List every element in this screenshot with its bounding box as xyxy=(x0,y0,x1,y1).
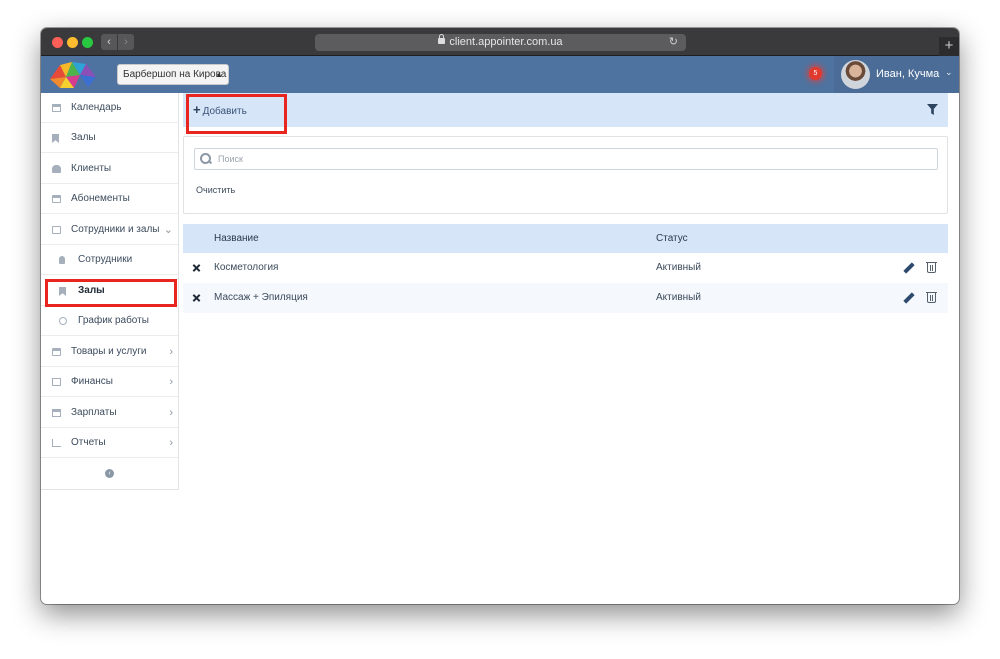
user-menu[interactable]: Иван, Кучма ⌄ xyxy=(834,56,959,93)
credit-card-icon xyxy=(52,348,61,356)
sidebar-item-subscriptions[interactable]: Абонементы xyxy=(41,184,178,214)
chevron-right-icon: › xyxy=(169,376,173,388)
sidebar-item-staff-and-halls[interactable]: Сотрудники и залы ⌄ xyxy=(41,215,178,245)
row-status: Активный xyxy=(656,292,701,303)
row-name: Косметология xyxy=(214,262,279,273)
browser-window: ‹ › client.appointer.com.ua ↻ + Барбершо… xyxy=(41,28,959,604)
calculator-icon xyxy=(52,409,61,417)
chevron-down-icon: ⌄ xyxy=(163,224,173,236)
pencil-icon[interactable] xyxy=(903,263,914,274)
close-window-button[interactable] xyxy=(52,37,63,48)
chevron-down-icon: ⌄ xyxy=(945,67,953,77)
branch-select-value: Барбершоп на Кирова xyxy=(123,69,227,80)
chevron-right-icon: › xyxy=(169,346,173,358)
calendar-icon xyxy=(52,104,61,112)
minimize-window-button[interactable] xyxy=(67,37,78,48)
branch-select[interactable]: Барбершоп на Кирова ▲ xyxy=(117,64,229,85)
sidebar-item-finance[interactable]: Финансы › xyxy=(41,367,178,397)
drag-handle-icon[interactable] xyxy=(192,294,201,303)
reload-icon[interactable]: ↻ xyxy=(669,34,678,51)
sidebar-item-label: График работы xyxy=(78,315,149,326)
forward-button[interactable]: › xyxy=(118,34,134,50)
zoom-window-button[interactable] xyxy=(82,37,93,48)
sidebar-item-label: Отчеты xyxy=(71,437,106,448)
highlight-add-button xyxy=(186,94,287,134)
sidebar-item-goods-services[interactable]: Товары и услуги › xyxy=(41,337,178,367)
sidebar-item-clients[interactable]: Клиенты xyxy=(41,154,178,184)
search-panel: Поиск Очистить xyxy=(183,136,948,214)
chevron-right-icon: › xyxy=(169,437,173,449)
filter-icon[interactable] xyxy=(927,104,938,115)
avatar[interactable] xyxy=(841,60,870,89)
table-row[interactable]: Косметология Активный xyxy=(183,253,948,283)
collapse-sidebar-icon[interactable]: ‹ xyxy=(105,469,114,478)
column-header-name[interactable]: Название xyxy=(214,224,259,253)
row-status: Активный xyxy=(656,262,701,273)
browser-toolbar: ‹ › client.appointer.com.ua ↻ + xyxy=(41,28,959,56)
bookmark-icon xyxy=(52,134,59,143)
sidebar-item-schedule[interactable]: График работы xyxy=(41,306,178,336)
search-input[interactable]: Поиск xyxy=(194,148,938,170)
highlight-halls-item xyxy=(45,279,177,307)
sidebar-item-label: Товары и услуги xyxy=(71,346,147,357)
trash-icon[interactable] xyxy=(926,262,937,273)
clear-link[interactable]: Очистить xyxy=(196,185,235,195)
drag-handle-icon[interactable] xyxy=(192,264,201,273)
sidebar-item-label: Зарплаты xyxy=(71,407,117,418)
search-icon xyxy=(200,153,211,164)
money-icon xyxy=(52,378,61,386)
notification-badge[interactable]: 5 xyxy=(809,67,822,80)
sidebar-item-label: Залы xyxy=(71,132,96,143)
id-card-icon xyxy=(52,226,61,234)
app-header: Барбершоп на Кирова ▲ 5 Иван, Кучма ⌄ xyxy=(41,56,959,93)
bar-chart-icon xyxy=(52,439,61,447)
lock-icon xyxy=(438,34,446,44)
clock-icon xyxy=(59,317,67,325)
sidebar-item-calendar[interactable]: Календарь xyxy=(41,93,178,123)
user-icon xyxy=(59,256,65,264)
address-bar-url: client.appointer.com.ua xyxy=(449,36,563,48)
sidebar-item-label: Календарь xyxy=(71,102,122,113)
trash-icon[interactable] xyxy=(926,292,937,303)
chevron-right-icon: › xyxy=(169,407,173,419)
sidebar-item-label: Абонементы xyxy=(71,193,130,204)
table-header: Название Статус xyxy=(183,224,948,253)
updown-icon: ▲ xyxy=(215,70,223,79)
search-placeholder: Поиск xyxy=(218,154,243,164)
sidebar-item-reports[interactable]: Отчеты › xyxy=(41,428,178,458)
list-toolbar: + Добавить xyxy=(183,93,948,127)
user-name: Иван, Кучма xyxy=(876,68,940,80)
sidebar-item-salaries[interactable]: Зарплаты › xyxy=(41,398,178,428)
sidebar-item-label: Клиенты xyxy=(71,163,112,174)
row-name: Массаж + Эпиляция xyxy=(214,292,308,303)
column-header-status[interactable]: Статус xyxy=(656,224,688,253)
logo-icon[interactable] xyxy=(46,59,102,90)
credit-card-icon xyxy=(52,195,61,203)
address-bar[interactable]: client.appointer.com.ua ↻ xyxy=(315,34,686,51)
pencil-icon[interactable] xyxy=(903,293,914,304)
new-tab-button[interactable]: + xyxy=(939,37,959,56)
sidebar-item-halls[interactable]: Залы xyxy=(41,123,178,153)
sidebar-item-label: Сотрудники и залы xyxy=(71,224,160,235)
back-button[interactable]: ‹ xyxy=(101,34,117,50)
sidebar-item-label: Сотрудники xyxy=(78,254,133,265)
table-row[interactable]: Массаж + Эпиляция Активный xyxy=(183,283,948,313)
sidebar-item-label: Финансы xyxy=(71,376,113,387)
users-icon xyxy=(52,165,61,173)
sidebar-item-staff[interactable]: Сотрудники xyxy=(41,245,178,275)
